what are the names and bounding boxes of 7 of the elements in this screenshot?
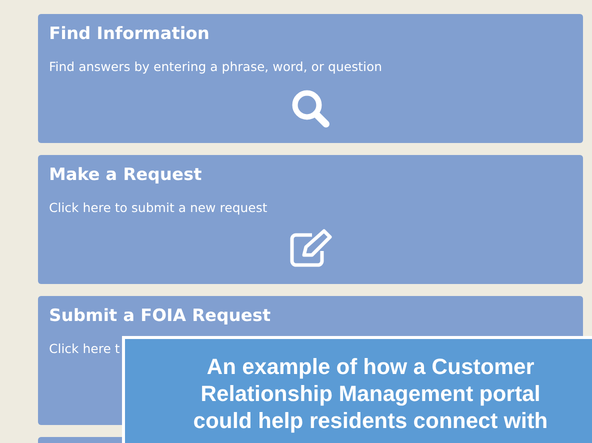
card-title: Find Information [49, 23, 210, 46]
card-description: Click here to submit a new request [49, 200, 268, 215]
card-title: Submit a FOIA Request [49, 305, 271, 328]
caption-text: An example of how a Customer Relationship Management portal could help residents connect with [193, 354, 548, 433]
card-description: Find answers by entering a phrase, word, or question [49, 59, 382, 74]
card-title: Make a Request [49, 164, 202, 187]
card-description: Click here t [49, 341, 120, 356]
